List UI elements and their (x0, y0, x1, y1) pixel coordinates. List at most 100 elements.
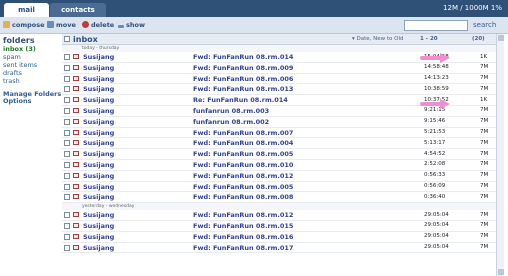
row-checkbox[interactable] (64, 140, 70, 147)
subject-link[interactable]: Fwd: FunFanRun 08.rm.009 (193, 64, 293, 72)
sender-link[interactable]: Susijang (83, 193, 114, 201)
table-row[interactable]: Susijang Fwd: FunFanRun 08.rm.006 14:13:23… (62, 74, 496, 85)
compose-button[interactable]: compose (3, 21, 45, 29)
table-row[interactable]: Susijang funfanrun 08.rm.002 9:15:46 7M (62, 117, 496, 128)
sender-link[interactable]: Susijang (83, 244, 114, 252)
subject-link[interactable]: Fwd: FunFanRun 08.rm.017 (193, 244, 293, 252)
subject-link[interactable]: Fwd: FunFanRun 08.rm.016 (193, 233, 293, 241)
sender-link[interactable]: Susijang (83, 222, 114, 230)
quota-readout: 12M / 1000M 1% (443, 4, 502, 12)
message-size: 7M (480, 244, 489, 251)
sender-link[interactable]: Susijang (83, 129, 114, 137)
sidebar-item-inbox[interactable]: inbox (3) (3, 45, 62, 53)
move-button[interactable]: move (47, 21, 76, 29)
table-row[interactable]: Susijang Fwd: FunFanRun 08.rm.012 0:56:33 7… (62, 171, 496, 182)
sender-link[interactable]: Susijang (83, 233, 114, 241)
sender-link[interactable]: Susijang (83, 139, 114, 147)
table-row[interactable]: Susijang Fwd: FunFanRun 08.rm.004 5:13:17 7… (62, 138, 496, 150)
sender-link[interactable]: Susijang (83, 172, 114, 180)
row-checkbox[interactable] (64, 212, 70, 219)
message-size: 7M (480, 75, 489, 82)
sender-link[interactable]: Susijang (83, 85, 114, 93)
row-checkbox[interactable] (64, 183, 70, 190)
subject-link[interactable]: Fwd: FunFanRun 08.rm.012 (193, 172, 293, 180)
row-checkbox[interactable] (64, 161, 70, 168)
envelope-icon (73, 86, 79, 92)
table-row[interactable]: Susijang Fwd: FunFanRun 08.rm.012 29:05:04… (62, 210, 496, 221)
table-row[interactable]: Susijang Fwd: FunFanRun 08.rm.005 4:54:52 7… (62, 149, 496, 160)
sender-link[interactable]: Susijang (83, 211, 114, 219)
table-row[interactable]: Susijang Fwd: FunFanRun 08.rm.007 5:21:53 7… (62, 128, 496, 139)
message-size: 1K (480, 53, 488, 60)
sort-dropdown[interactable]: ▾ Date, New to Old (352, 36, 404, 42)
sender-link[interactable]: Susijang (83, 183, 114, 191)
table-row[interactable]: Susijang Fwd: FunFanRun 08.rm.016 29:05:04… (62, 232, 496, 243)
row-checkbox[interactable] (64, 222, 70, 229)
row-checkbox[interactable] (64, 172, 70, 179)
subject-link[interactable]: Fwd: FunFanRun 08.rm.013 (193, 85, 293, 93)
subject-link[interactable]: Fwd: FunFanRun 08.rm.007 (193, 129, 293, 137)
group-label-today: today - thursday (62, 45, 496, 52)
subject-link[interactable]: Fwd: FunFanRun 08.rm.005 (193, 150, 293, 158)
row-checkbox[interactable] (64, 107, 70, 114)
table-row[interactable]: Susijang Fwd: FunFanRun 08.rm.009 14:58:48… (62, 63, 496, 74)
subject-link[interactable]: funfanrun 08.rm.003 (193, 107, 269, 115)
table-row[interactable]: Susijang Fwd: FunFanRun 08.rm.017 29:05:04… (62, 243, 496, 254)
table-row[interactable]: Susijang Fwd: FunFanRun 08.rm.013 10:38:59… (62, 84, 496, 96)
subject-link[interactable]: Fwd: FunFanRun 08.rm.005 (193, 183, 293, 191)
show-button[interactable]: show (118, 21, 145, 29)
subject-link[interactable]: Fwd: FunFanRun 08.rm.014 (193, 53, 293, 61)
sender-link[interactable]: Susijang (83, 53, 114, 61)
envelope-icon (73, 172, 79, 178)
subject-link[interactable]: Fwd: FunFanRun 08.rm.008 (193, 193, 293, 201)
received-time: 29:05:04 (424, 244, 449, 251)
subject-link[interactable]: Fwd: FunFanRun 08.rm.006 (193, 75, 293, 83)
row-checkbox[interactable] (64, 75, 70, 82)
subject-link[interactable]: Re: FunFanRun 08.rm.014 (193, 96, 288, 104)
sender-link[interactable]: Susijang (83, 75, 114, 83)
row-checkbox[interactable] (64, 97, 70, 104)
row-checkbox[interactable] (64, 64, 70, 71)
subject-link[interactable]: Fwd: FunFanRun 08.rm.010 (193, 161, 293, 169)
received-time: 9:15:46 (424, 118, 446, 125)
options-link[interactable]: Options (3, 98, 62, 105)
delete-label: delete (91, 21, 115, 29)
sender-link[interactable]: Susijang (83, 161, 114, 169)
sidebar-item-drafts[interactable]: drafts (3, 69, 62, 77)
sidebar-item-trash[interactable]: trash (3, 77, 62, 85)
search-input[interactable] (404, 20, 468, 31)
scroll-up-arrow[interactable] (498, 35, 504, 41)
tab-contacts[interactable]: contacts (50, 3, 106, 17)
row-checkbox[interactable] (64, 151, 70, 158)
subject-link[interactable]: Fwd: FunFanRun 08.rm.015 (193, 222, 293, 230)
delete-button[interactable]: delete (82, 21, 114, 29)
row-checkbox[interactable] (64, 194, 70, 201)
tab-mail[interactable]: mail (4, 3, 49, 17)
row-checkbox[interactable] (64, 118, 70, 125)
sender-link[interactable]: Susijang (83, 64, 114, 72)
table-row[interactable]: Susijang Fwd: FunFanRun 08.rm.010 2:52:08 7… (62, 160, 496, 171)
table-row[interactable]: Susijang Fwd: FunFanRun 08.rm.008 0:36:40 7… (62, 192, 496, 204)
row-checkbox[interactable] (64, 86, 70, 93)
sender-link[interactable]: Susijang (83, 118, 114, 126)
subject-link[interactable]: funfanrun 08.rm.002 (193, 118, 269, 126)
row-checkbox[interactable] (64, 54, 70, 60)
sender-link[interactable]: Susijang (83, 96, 114, 104)
subject-link[interactable]: Fwd: FunFanRun 08.rm.012 (193, 211, 293, 219)
message-size: 7M (480, 233, 489, 240)
table-row[interactable]: Susijang Fwd: FunFanRun 08.rm.005 0:56:09 7… (62, 182, 496, 193)
subject-link[interactable]: Fwd: FunFanRun 08.rm.004 (193, 139, 293, 147)
message-size: 7M (480, 161, 489, 168)
sidebar-item-sent[interactable]: sent items (3, 61, 62, 69)
row-checkbox[interactable] (64, 129, 70, 136)
scroll-down-arrow[interactable] (498, 269, 504, 275)
table-row[interactable]: Susijang Fwd: FunFanRun 08.rm.015 29:05:04… (62, 221, 496, 232)
scrollbar[interactable] (496, 34, 504, 276)
search-button[interactable]: search (473, 21, 496, 29)
select-all-checkbox[interactable] (64, 36, 70, 42)
sender-link[interactable]: Susijang (83, 107, 114, 115)
row-checkbox[interactable] (64, 233, 70, 240)
sender-link[interactable]: Susijang (83, 150, 114, 158)
row-checkbox[interactable] (64, 244, 70, 251)
sidebar-item-spam[interactable]: spam (3, 53, 62, 61)
